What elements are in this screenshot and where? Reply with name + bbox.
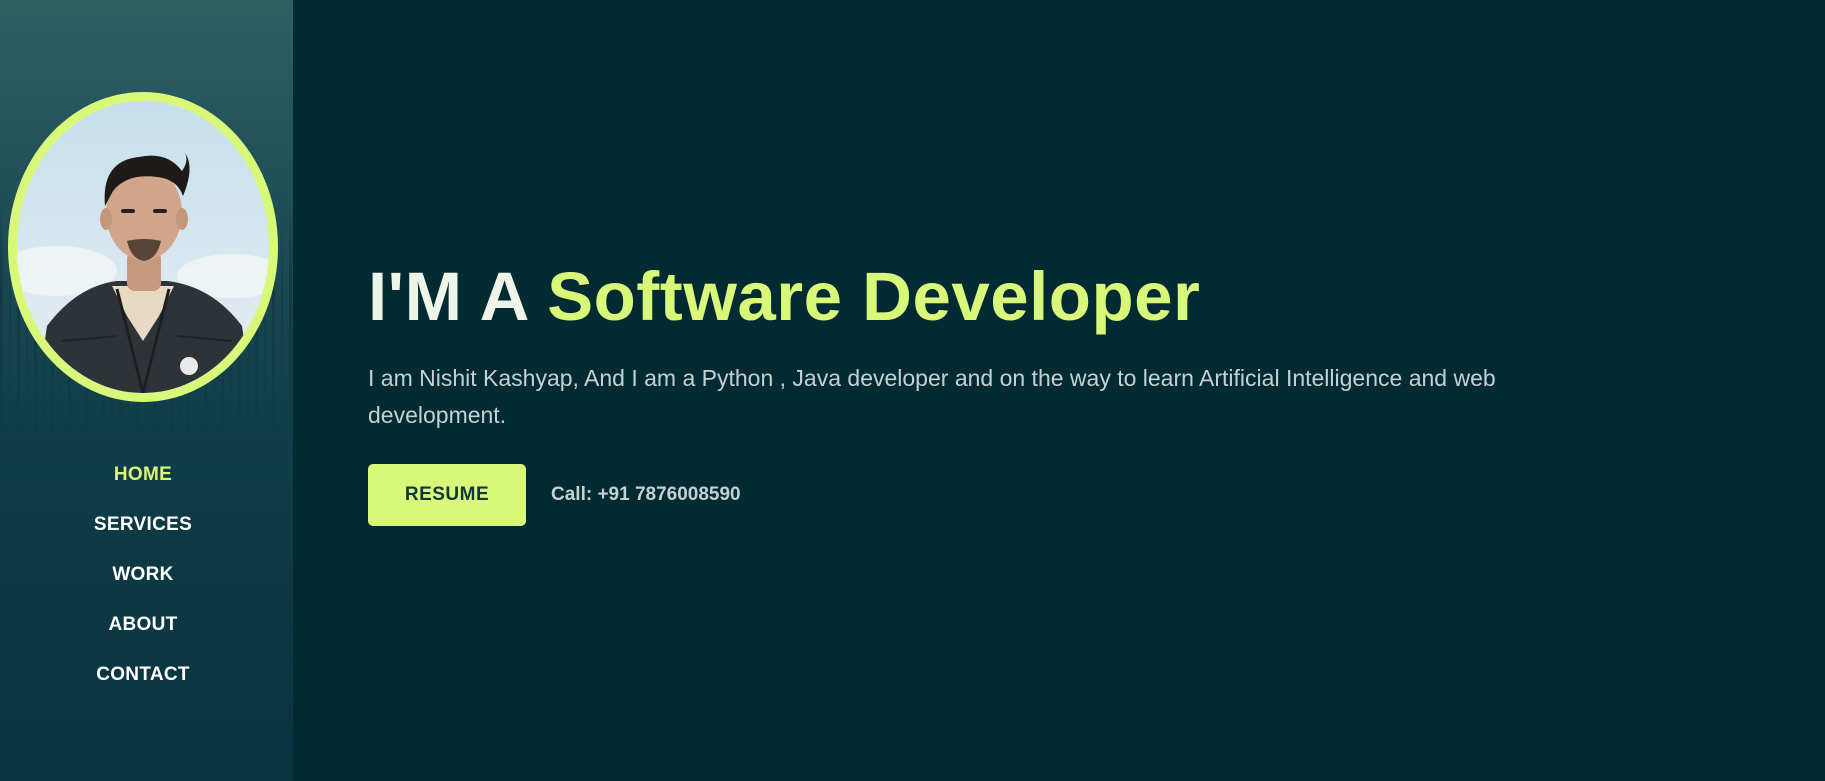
hero-title-accent: Software Developer — [547, 258, 1201, 335]
nav-item-about[interactable]: ABOUT — [0, 600, 286, 650]
sidebar-nav: HOME SERVICES WORK ABOUT CONTACT — [0, 450, 286, 700]
hero-description: I am Nishit Kashyap, And I am a Python ,… — [368, 365, 1496, 428]
nav-item-home[interactable]: HOME — [0, 450, 286, 500]
hero-section: I'M A Software Developer I am Nishit Kas… — [368, 258, 1668, 526]
avatar — [8, 92, 278, 402]
resume-button[interactable]: RESUME — [368, 464, 526, 526]
avatar-photo — [17, 101, 269, 393]
sidebar: HOME SERVICES WORK ABOUT CONTACT — [0, 0, 293, 781]
hero-actions: RESUME Call: +91 7876008590 — [368, 464, 1668, 526]
hero-title: I'M A Software Developer — [368, 258, 1668, 336]
nav-item-contact[interactable]: CONTACT — [0, 650, 286, 700]
nav-item-services[interactable]: SERVICES — [0, 500, 286, 550]
call-phone[interactable]: Call: +91 7876008590 — [551, 484, 741, 506]
nav-item-work[interactable]: WORK — [0, 550, 286, 600]
hero-title-prefix: I'M A — [368, 258, 528, 335]
